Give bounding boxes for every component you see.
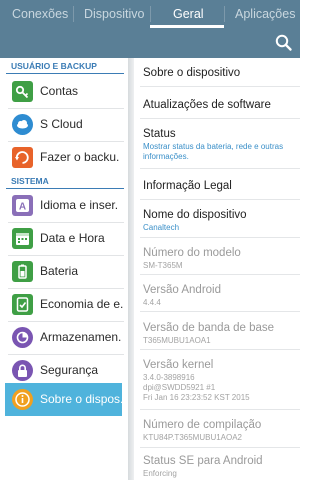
item-title: Número de compilação <box>143 419 262 431</box>
battery-icon <box>12 261 33 282</box>
item-subtitle: 3.4.0-3898916 dpi@SWDD5921 #1 Fri Jan 16… <box>143 373 250 402</box>
list-divider <box>140 447 300 448</box>
section-divider <box>6 73 124 74</box>
item-title: Status SE para Android <box>143 455 263 467</box>
sidebar-item-data-hora[interactable]: Data e Hora <box>0 222 128 255</box>
tab-separator <box>150 6 151 22</box>
list-divider <box>140 409 300 410</box>
tab-separator <box>73 6 74 22</box>
sidebar-item-label: Sobre o dispos. <box>40 392 124 406</box>
sidebar-item-s-cloud[interactable]: S Cloud <box>0 108 128 141</box>
sidebar-item-label: Idioma e inser. <box>40 198 119 212</box>
action-bar: Conexões Dispositivo Geral Aplicações <box>0 0 300 58</box>
sidebar-item-label: S Cloud <box>40 117 83 131</box>
about-item-modelo: Número do modelo SM-T365M <box>143 246 299 271</box>
sidebar-item-bateria[interactable]: Bateria <box>0 255 128 288</box>
list-divider <box>140 274 300 275</box>
cloud-icon <box>12 114 33 135</box>
item-title: Versão kernel <box>143 359 214 371</box>
info-icon <box>12 389 33 410</box>
about-item-android: Versão Android 4.4.4 <box>143 283 299 308</box>
backup-icon <box>12 147 33 168</box>
about-item-atualizacoes[interactable]: Atualizações de software <box>143 98 299 112</box>
svg-text:A: A <box>19 202 26 213</box>
sidebar-item-backup[interactable]: Fazer o backu. <box>0 141 128 174</box>
list-divider <box>140 199 300 200</box>
sidebar-item-armazenamento[interactable]: Armazenamen. <box>0 321 128 354</box>
item-subtitle: 4.4.4 <box>143 298 161 307</box>
tab-conexoes[interactable]: Conexões <box>12 7 68 25</box>
item-title: Versão Android <box>143 284 222 296</box>
item-title: Atualizações de software <box>143 99 271 111</box>
about-item-sobre[interactable]: Sobre o dispositivo <box>143 66 299 80</box>
item-subtitle: SM-T365M <box>143 261 183 270</box>
list-divider <box>140 118 300 119</box>
item-subtitle: KTU84P.T365MUBU1AOA2 <box>143 433 243 442</box>
about-item-status[interactable]: Status Mostrar status da bateria, rede e… <box>143 127 299 162</box>
tab-geral[interactable]: Geral <box>173 7 204 25</box>
item-subtitle: Mostrar status da bateria, rede e outras… <box>143 142 284 161</box>
list-divider <box>140 86 300 87</box>
sidebar-item-contas[interactable]: Contas <box>0 75 128 108</box>
list-divider <box>140 168 300 169</box>
power-saving-icon <box>12 294 33 315</box>
sidebar-item-label: Bateria <box>40 264 79 278</box>
content-area: USUÁRIO E BACKUP Contas S Cloud Fazer o … <box>0 58 300 480</box>
key-icon <box>12 81 33 102</box>
tab-dispositivo[interactable]: Dispositivo <box>84 7 144 25</box>
sidebar-item-label: Armazenamen. <box>40 330 122 344</box>
search-icon[interactable] <box>273 32 295 54</box>
tab-aplicacoes[interactable]: Aplicações <box>235 7 295 25</box>
item-title: Sobre o dispositivo <box>143 67 241 79</box>
sidebar-item-sobre[interactable]: Sobre o dispos. <box>5 383 123 416</box>
item-title: Número do modelo <box>143 247 241 259</box>
about-device-panel: Sobre o dispositivo Atualizações de soft… <box>134 58 300 480</box>
about-item-kernel: Versão kernel 3.4.0-3898916 dpi@SWDD5921… <box>143 358 299 403</box>
list-divider <box>140 311 300 312</box>
about-item-selinux: Status SE para Android Enforcing <box>143 454 299 479</box>
storage-icon <box>12 327 33 348</box>
sidebar-item-economia[interactable]: Economia de e. <box>0 288 128 321</box>
calendar-icon <box>12 228 33 249</box>
item-title: Informação Legal <box>143 180 232 192</box>
item-subtitle: T365MUBU1AOA1 <box>143 336 211 345</box>
sidebar-item-label: Data e Hora <box>40 231 105 245</box>
active-tab-indicator <box>150 25 224 28</box>
sidebar-item-label: Segurança <box>40 363 99 377</box>
sidebar-item-label: Contas <box>40 84 79 98</box>
item-title: Nome do dispositivo <box>143 209 247 221</box>
tab-separator <box>224 6 225 22</box>
tab-bar: Conexões Dispositivo Geral Aplicações <box>0 0 300 30</box>
sidebar-item-label: Fazer o backu. <box>40 150 120 164</box>
language-icon: A <box>12 195 33 216</box>
item-title: Status <box>143 128 176 140</box>
about-item-compilacao: Número de compilação KTU84P.T365MUBU1AOA… <box>143 418 299 443</box>
item-subtitle: Canaltech <box>143 223 180 232</box>
about-item-baseband: Versão de banda de base T365MUBU1AOA1 <box>143 321 299 346</box>
item-title: Versão de banda de base <box>143 322 275 334</box>
sidebar-item-label: Economia de e. <box>40 297 124 311</box>
settings-sidebar: USUÁRIO E BACKUP Contas S Cloud Fazer o … <box>0 58 128 480</box>
item-subtitle: Enforcing <box>143 469 177 478</box>
lock-icon <box>12 360 33 381</box>
about-item-legal[interactable]: Informação Legal <box>143 179 299 193</box>
list-divider <box>140 237 300 238</box>
about-item-nome[interactable]: Nome do dispositivo Canaltech <box>143 208 299 233</box>
list-divider <box>140 349 300 350</box>
sidebar-item-idioma[interactable]: A Idioma e inser. <box>0 189 128 222</box>
